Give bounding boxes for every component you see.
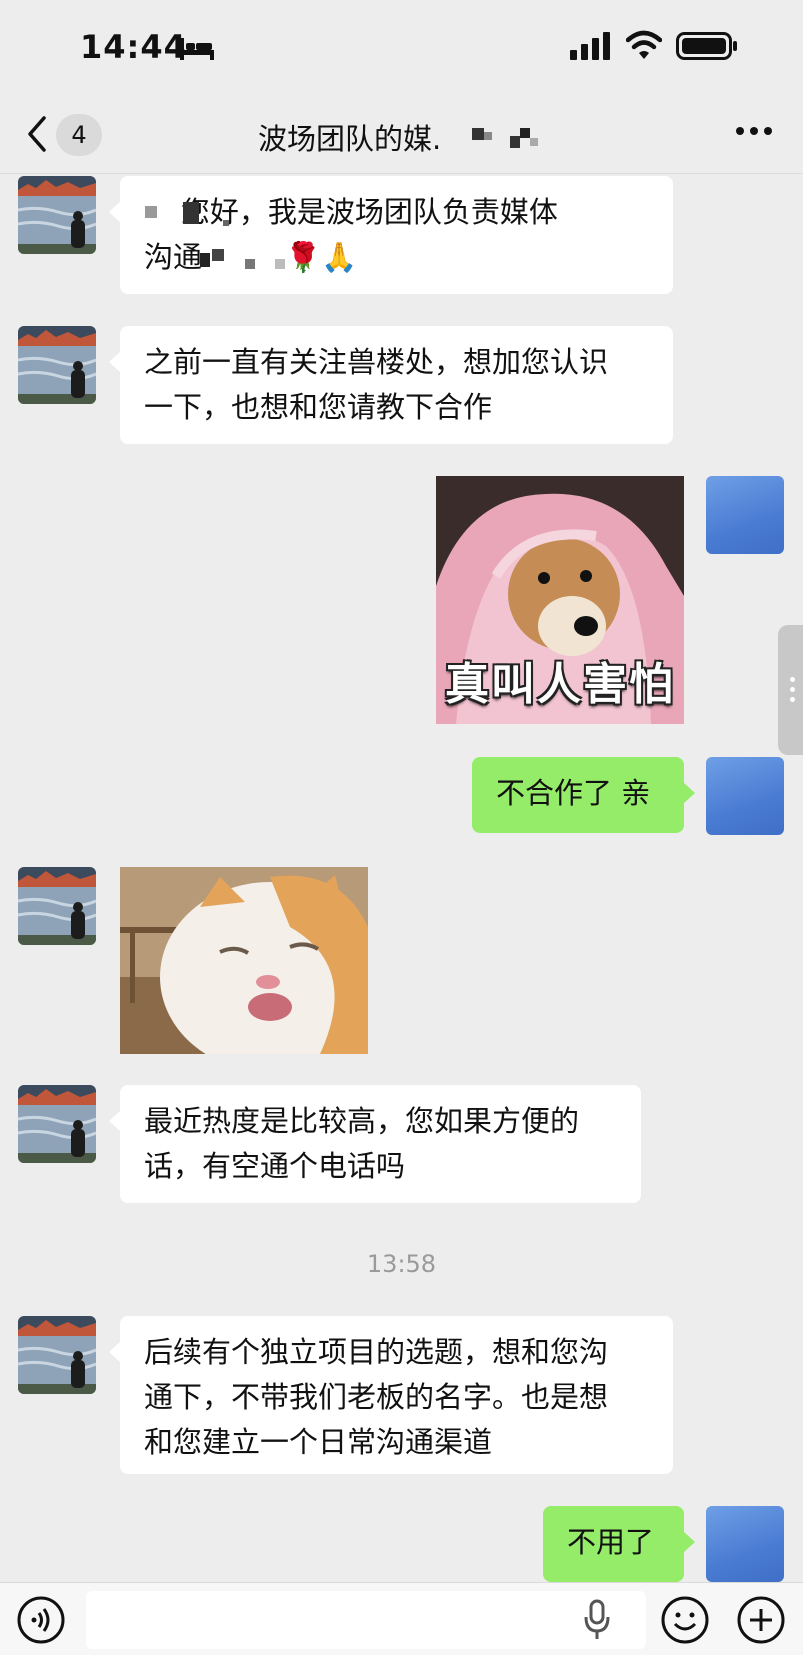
chat-header: 4 波场团队的媒. xyxy=(0,96,803,174)
my-avatar[interactable] xyxy=(706,757,784,835)
redacted-mosaic xyxy=(145,202,229,226)
contact-avatar[interactable] xyxy=(18,1085,96,1163)
message-bubble-incoming[interactable]: 最近热度是比较高，您如果方便的 话，有空通个电话吗 xyxy=(109,1085,641,1203)
voice-mode-icon[interactable] xyxy=(16,1595,66,1645)
contact-avatar[interactable] xyxy=(18,176,96,254)
cellular-signal-icon xyxy=(570,32,610,60)
message-input[interactable] xyxy=(86,1591,646,1649)
microphone-icon[interactable] xyxy=(582,1599,612,1641)
input-bar xyxy=(0,1582,803,1655)
contact-avatar[interactable] xyxy=(18,326,96,404)
sticker-image[interactable] xyxy=(120,867,368,1054)
my-avatar[interactable] xyxy=(706,476,784,554)
redacted-mosaic xyxy=(200,249,285,269)
contact-avatar[interactable] xyxy=(18,867,96,945)
chevron-left-icon[interactable] xyxy=(22,114,52,154)
status-bar: 14:44 xyxy=(0,0,803,96)
status-time: 14:44 xyxy=(80,28,187,66)
side-drag-handle[interactable] xyxy=(778,625,803,755)
sticker-image[interactable]: 真叫人害怕 xyxy=(436,476,684,724)
wifi-icon xyxy=(626,30,662,59)
battery-icon xyxy=(676,32,737,60)
sleep-mode-icon xyxy=(180,38,214,60)
more-dots-icon[interactable] xyxy=(735,124,773,138)
chat-title: 波场团队的媒. xyxy=(258,122,442,156)
redacted-mosaic xyxy=(472,128,538,148)
message-bubble-outgoing[interactable]: 不合作了 亲 xyxy=(472,757,695,833)
contact-avatar[interactable] xyxy=(18,1316,96,1394)
my-avatar[interactable] xyxy=(706,1506,784,1582)
emoji-icon[interactable] xyxy=(660,1595,710,1645)
add-icon[interactable] xyxy=(736,1595,786,1645)
message-bubble-incoming[interactable]: 后续有个独立项目的选题，想和您沟 通下，不带我们老板的名字。也是想 和您建立一个… xyxy=(109,1316,673,1474)
message-bubble-outgoing[interactable]: 不用了 xyxy=(543,1506,695,1582)
message-bubble-incoming[interactable]: 之前一直有关注兽楼处，想加您认识 一下，也想和您请教下合作 xyxy=(109,326,673,444)
unread-count-badge[interactable]: 4 xyxy=(56,114,102,156)
sticker-caption: 真叫人害怕 xyxy=(445,659,675,710)
message-bubble-incoming[interactable]: 您好，我是波场团队负责媒体 沟通 🌹🙏 xyxy=(109,176,673,294)
message-timestamp: 13:58 xyxy=(366,1250,437,1278)
